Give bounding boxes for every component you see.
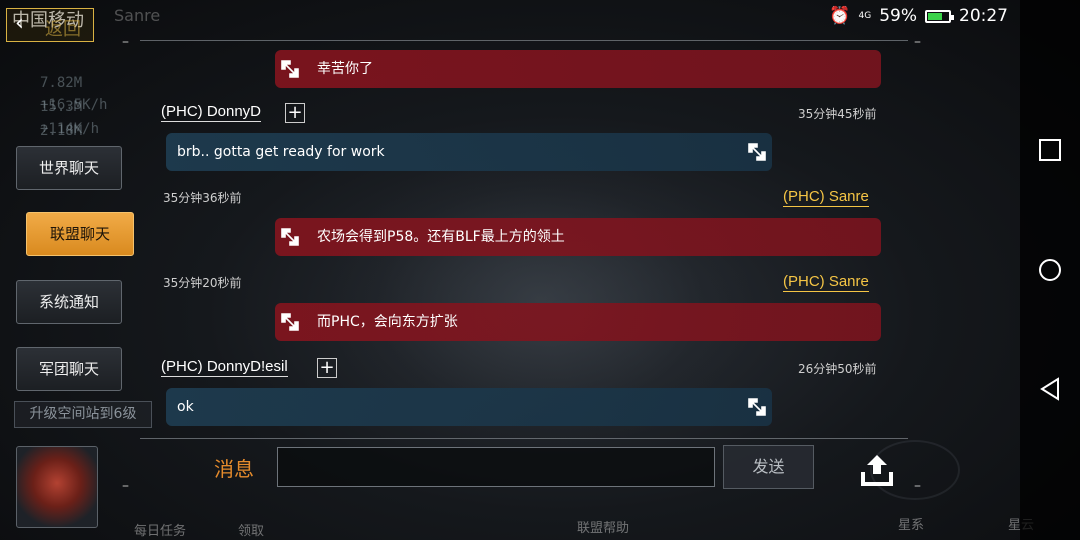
tab-alliance-chat[interactable]: 联盟聊天 xyxy=(26,212,134,256)
upgrade-station-button[interactable]: 升级空间站到6级 xyxy=(14,401,152,428)
message-bubble: 农场会得到P58。还有BLF最上方的领土 xyxy=(275,218,881,256)
alliance-help-label[interactable]: 联盟帮助 xyxy=(577,517,629,536)
sender-name[interactable]: (PHC) DonnyD!esil xyxy=(161,358,288,377)
message-text: 农场会得到P58。还有BLF最上方的领土 xyxy=(317,229,565,245)
add-friend-button[interactable]: + xyxy=(317,358,337,378)
message-text: 幸苦你了 xyxy=(317,61,373,77)
claim-label[interactable]: 领取 xyxy=(238,520,264,539)
network-label: 4G xyxy=(858,10,872,21)
message-input[interactable] xyxy=(277,447,715,487)
message-time: 35分钟20秒前 xyxy=(163,276,242,290)
message-time: 35分钟45秒前 xyxy=(798,107,877,121)
message-time: 35分钟36秒前 xyxy=(163,191,242,205)
sender-name[interactable]: (PHC) DonnyD xyxy=(161,103,262,122)
message-bubble: ok xyxy=(166,388,772,426)
panel-corner-mark: – xyxy=(122,478,129,494)
player-name: Sanre xyxy=(114,6,161,25)
send-button[interactable]: 发送 xyxy=(723,445,814,489)
message-bubble: 而PHC，会向东方扩张 xyxy=(275,303,881,341)
translate-icon[interactable] xyxy=(746,396,768,418)
resource-metal: 7.82M +16.5K/h xyxy=(40,75,108,113)
battery-level: 59% xyxy=(879,6,917,26)
chat-divider-bottom xyxy=(140,438,908,439)
tab-system-notice[interactable]: 系统通知 xyxy=(16,280,122,324)
system-nav-bar xyxy=(1020,0,1080,540)
upload-icon[interactable] xyxy=(858,452,896,488)
message-text: ok xyxy=(177,399,194,415)
battery-icon xyxy=(925,9,954,23)
message-bubble: brb.. gotta get ready for work xyxy=(166,133,772,171)
galaxy-label[interactable]: 星系 xyxy=(898,514,924,533)
status-indicators: ⏰ 4G 59% 20:27 xyxy=(829,6,1008,26)
home-icon[interactable] xyxy=(1038,258,1062,282)
status-bar: 中国移动 ⏰ 4G 59% 20:27 xyxy=(0,0,1080,36)
resource-gas: 2.18M +8.92K/h xyxy=(40,123,107,161)
recent-apps-icon[interactable] xyxy=(1038,138,1062,162)
back-arrow-icon: ‹ xyxy=(15,11,24,36)
panel-corner-mark: – xyxy=(914,34,921,50)
message-label: 消息 xyxy=(214,457,254,481)
translate-icon[interactable] xyxy=(279,58,301,80)
tab-world-chat[interactable]: 世界聊天 xyxy=(16,146,122,190)
message-text: brb.. gotta get ready for work xyxy=(177,144,385,160)
translate-icon[interactable] xyxy=(279,226,301,248)
message-text: 而PHC，会向东方扩张 xyxy=(317,314,458,330)
message-bubble: 幸苦你了 xyxy=(275,50,881,88)
panel-corner-mark: – xyxy=(914,478,921,494)
sender-name: (PHC) Sanre xyxy=(783,188,869,207)
sender-name: (PHC) Sanre xyxy=(783,273,869,292)
translate-icon[interactable] xyxy=(746,141,768,163)
panel-corner-mark: – xyxy=(122,34,129,50)
chat-divider-top xyxy=(140,40,908,41)
add-friend-button[interactable]: + xyxy=(285,103,305,123)
translate-icon[interactable] xyxy=(279,311,301,333)
back-button[interactable]: ‹ 返回 xyxy=(6,8,94,42)
message-time: 26分钟50秒前 xyxy=(798,362,877,376)
avatar[interactable] xyxy=(16,446,98,528)
back-nav-icon[interactable] xyxy=(1038,377,1062,401)
daily-tasks-label[interactable]: 每日任务 xyxy=(134,520,186,539)
alarm-icon: ⏰ xyxy=(829,6,851,26)
clock: 20:27 xyxy=(959,6,1008,26)
tab-legion-chat[interactable]: 军团聊天 xyxy=(16,347,122,391)
resource-crystal: 15.3M +114K/h xyxy=(40,99,100,137)
back-label: 返回 xyxy=(45,19,81,40)
